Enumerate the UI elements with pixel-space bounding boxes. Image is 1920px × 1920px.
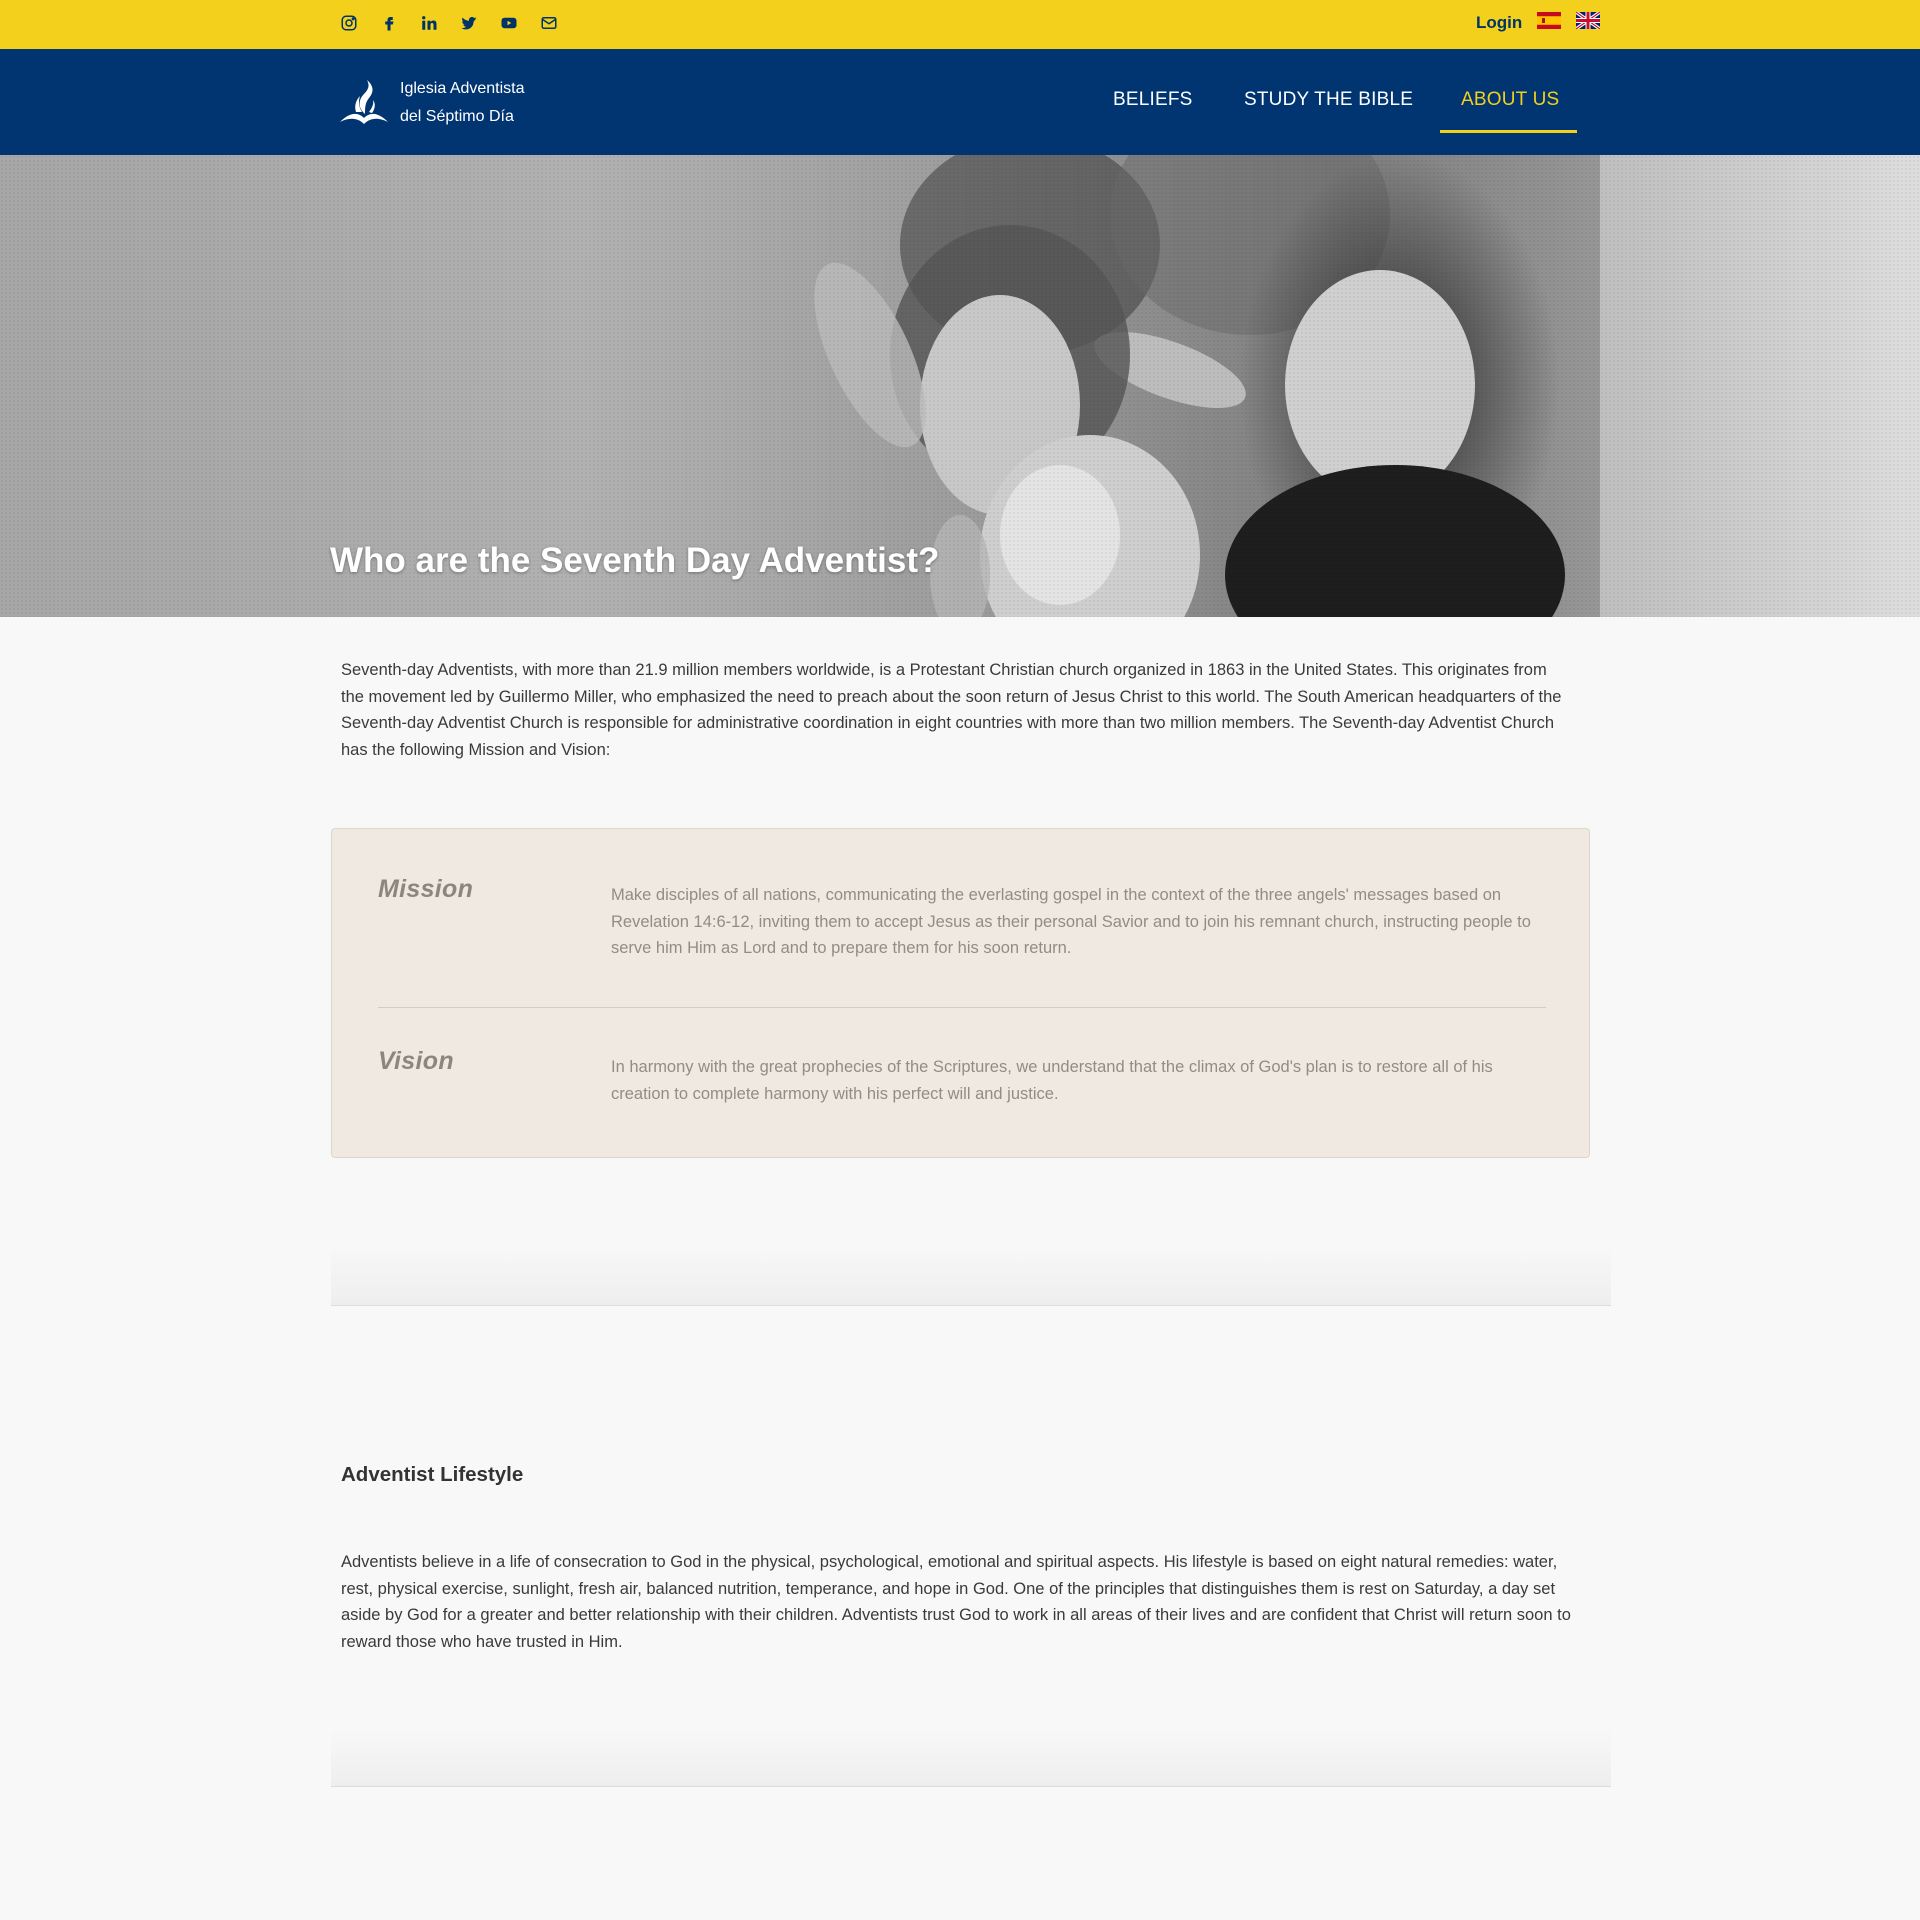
youtube-icon[interactable] [498, 12, 520, 34]
twitter-icon[interactable] [458, 12, 480, 34]
nav-about-us[interactable]: ABOUT US [1461, 89, 1559, 111]
mission-vision-divider [378, 1007, 1546, 1008]
logo-text[interactable]: Iglesia Adventista del Séptimo Día [400, 75, 525, 131]
linkedin-icon[interactable] [418, 12, 440, 34]
section-separator [331, 1727, 1611, 1787]
hero-title: Who are the Seventh Day Adventist? [330, 541, 940, 580]
mission-vision-box: Mission Make disciples of all nations, c… [331, 828, 1590, 1158]
english-flag-icon[interactable] [1576, 12, 1600, 29]
spanish-flag-icon[interactable] [1537, 12, 1561, 29]
main-navbar [0, 49, 1920, 155]
lifestyle-title: Adventist Lifestyle [341, 1463, 524, 1486]
active-nav-indicator [1440, 130, 1577, 133]
email-icon[interactable] [538, 12, 560, 34]
logo-line-2: del Séptimo Día [400, 108, 514, 125]
top-bar: Login [0, 0, 1920, 49]
mission-title: Mission [378, 875, 474, 903]
vision-title: Vision [378, 1047, 454, 1075]
instagram-icon[interactable] [338, 12, 360, 34]
hero-photo [0, 155, 1920, 617]
logo-line-1: Iglesia Adventista [400, 80, 525, 97]
hero-banner: Who are the Seventh Day Adventist? [0, 155, 1920, 617]
facebook-icon[interactable] [378, 12, 400, 34]
intro-paragraph: Seventh-day Adventists, with more than 2… [341, 661, 1562, 759]
nav-study-the-bible[interactable]: STUDY THE BIBLE [1244, 89, 1413, 111]
section-separator [331, 1246, 1611, 1306]
mission-text: Make disciples of all nations, communica… [611, 886, 1531, 957]
lifestyle-paragraph: Adventists believe in a life of consecra… [341, 1553, 1571, 1651]
social-links [338, 12, 560, 36]
vision-text: In harmony with the great prophecies of … [611, 1058, 1493, 1103]
nav-beliefs[interactable]: BELIEFS [1113, 89, 1193, 111]
adventist-logo-icon[interactable] [336, 78, 392, 126]
login-link[interactable]: Login [1476, 13, 1522, 33]
